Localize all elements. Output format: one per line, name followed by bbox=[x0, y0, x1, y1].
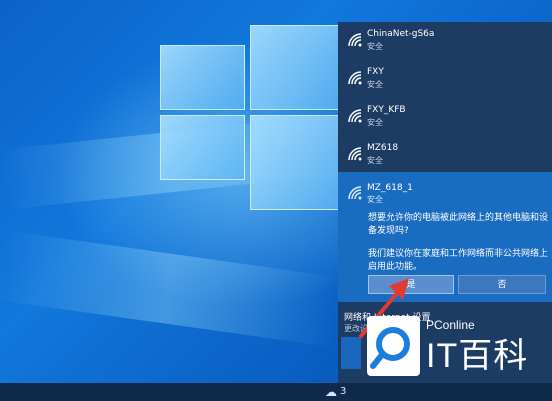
light-beam bbox=[0, 230, 342, 347]
network-ssid: FXY_KFB bbox=[367, 105, 406, 115]
network-ssid: MZ_618_1 bbox=[367, 183, 413, 193]
cloud-icon[interactable]: ☁ bbox=[325, 386, 337, 398]
network-security: 安全 bbox=[367, 42, 383, 51]
network-item[interactable]: MZ618 安全 bbox=[338, 136, 552, 174]
network-item[interactable]: FXY 安全 bbox=[338, 60, 552, 98]
temperature-text: 3 bbox=[340, 386, 347, 397]
wifi-icon bbox=[348, 71, 362, 85]
no-button[interactable]: 否 bbox=[458, 275, 546, 294]
watermark-brand-small: PConline bbox=[426, 318, 475, 332]
network-item[interactable]: ChinaNet-gS6a 安全 bbox=[338, 22, 552, 60]
network-ssid: FXY bbox=[367, 67, 384, 77]
wifi-icon bbox=[348, 186, 362, 200]
wifi-icon bbox=[348, 147, 362, 161]
windows-logo bbox=[160, 0, 350, 215]
wifi-icon bbox=[348, 109, 362, 123]
logo-pane bbox=[160, 115, 245, 180]
logo-pane bbox=[250, 115, 350, 210]
discovery-advice: 我们建议你在家庭和工作网络而非公共网络上启用此功能。 bbox=[368, 249, 549, 272]
discovery-question: 想要允许你的电脑被此网络上的其他电脑和设备发现吗? bbox=[368, 213, 549, 236]
logo-pane bbox=[160, 45, 245, 110]
logo-pane bbox=[250, 25, 350, 110]
watermark-logo bbox=[367, 316, 420, 376]
watermark-brand-big: IT百科 bbox=[426, 337, 529, 375]
wifi-icon bbox=[348, 33, 362, 47]
network-ssid: ChinaNet-gS6a bbox=[367, 29, 435, 39]
network-security: 安全 bbox=[367, 156, 383, 165]
network-item[interactable]: FXY_KFB 安全 bbox=[338, 98, 552, 136]
network-security: 安全 bbox=[367, 195, 383, 204]
taskbar: ☁ 3 bbox=[0, 383, 552, 401]
network-security: 安全 bbox=[367, 118, 383, 127]
network-ssid: MZ618 bbox=[367, 143, 399, 153]
magnifier-icon bbox=[370, 327, 410, 369]
network-security: 安全 bbox=[367, 80, 383, 89]
